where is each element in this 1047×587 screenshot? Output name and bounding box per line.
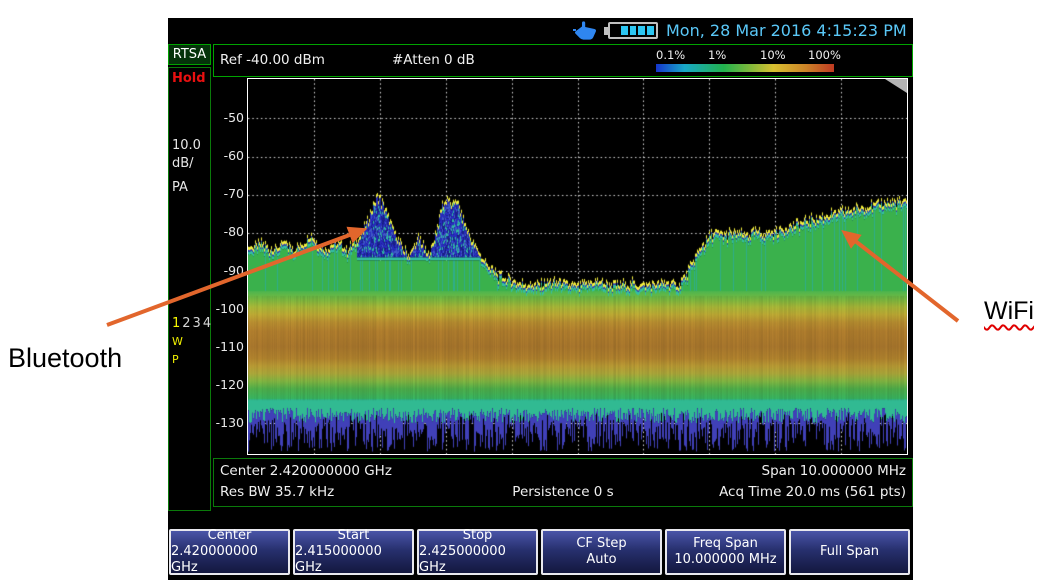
plot-frame: [247, 78, 908, 455]
legend-label: 1%: [708, 48, 726, 62]
y-tick-label: -100: [213, 301, 244, 317]
softkey-cf-step[interactable]: CF Step Auto: [541, 529, 662, 575]
softkey-value: 10.000000 MHz: [674, 552, 776, 568]
legend-label: 100%: [808, 48, 841, 62]
y-tick-label: -120: [213, 377, 244, 393]
res-bw: Res BW 35.7 kHz: [220, 484, 334, 500]
y-tick-label: -110: [213, 339, 244, 355]
softkey-value: Auto: [586, 552, 616, 568]
softkey-stop[interactable]: Stop 2.425000000 GHz: [417, 529, 538, 575]
trace-active: 1: [172, 316, 182, 331]
battery-bar: [630, 26, 637, 35]
density-legend: 0.1% 1% 10% 100%: [656, 45, 834, 76]
softkey-start[interactable]: Start 2.415000000 GHz: [293, 529, 414, 575]
trace-state: P: [172, 353, 179, 366]
legend-label: 0.1%: [656, 48, 685, 62]
y-tick-label: -60: [213, 148, 244, 164]
analyzer-screen: Mon, 28 Mar 2016 4:15:23 PM RTSA Hold 10…: [168, 18, 913, 580]
softkey-label: Start: [338, 528, 370, 544]
spectrum-canvas: [248, 79, 907, 454]
y-tick-label: -130: [213, 415, 244, 431]
atten-value: #Atten 0 dB: [392, 52, 475, 68]
battery-slot-empty: [612, 26, 619, 35]
sweep-state-label: Hold: [172, 71, 206, 86]
corner-fold: [885, 79, 907, 93]
battery-bar: [647, 26, 654, 35]
header-bar: Ref -40.00 dBm #Atten 0 dB 0.1% 1% 10% 1…: [213, 44, 913, 77]
legend-label: 10%: [760, 48, 786, 62]
softkey-value: 2.420000000 GHz: [171, 544, 288, 576]
y-tick-label: -50: [213, 110, 244, 126]
battery-bar: [638, 26, 645, 35]
plot-area: -50 -60 -70 -80 -90 -100 -110 -120 -130: [213, 78, 913, 455]
callout-wifi: WiFi: [984, 297, 1034, 326]
preamp-label: PA: [172, 180, 188, 195]
datetime-text: Mon, 28 Mar 2016 4:15:23 PM: [666, 21, 910, 41]
center-freq: Center 2.420000000 GHz: [220, 463, 392, 479]
softkey-center[interactable]: Center 2.420000000 GHz: [169, 529, 290, 575]
touch-pointer-icon: [573, 21, 597, 42]
softkey-label: Stop: [463, 528, 493, 544]
y-tick-label: -70: [213, 186, 244, 202]
softkey-bar: Center 2.420000000 GHz Start 2.415000000…: [169, 529, 912, 575]
persistence-value: Persistence 0 s: [512, 484, 613, 500]
callout-bluetooth: Bluetooth: [8, 343, 122, 374]
trace-detector: W: [172, 335, 183, 348]
ref-level: Ref -40.00 dBm: [220, 52, 325, 68]
softkey-label: Full Span: [820, 544, 879, 560]
battery-bar: [621, 26, 628, 35]
acq-time: Acq Time 20.0 ms (561 pts): [719, 484, 906, 500]
y-tick-label: -90: [213, 263, 244, 279]
scale-value: 10.0: [172, 138, 201, 153]
softkey-value: 2.415000000 GHz: [295, 544, 412, 576]
legend-gradient-bar: [656, 64, 834, 72]
page: Mon, 28 Mar 2016 4:15:23 PM RTSA Hold 10…: [0, 0, 1047, 587]
y-tick-label: -80: [213, 224, 244, 240]
softkey-label: Freq Span: [693, 536, 758, 552]
span-value: Span 10.000000 MHz: [762, 463, 906, 479]
softkey-freq-span[interactable]: Freq Span 10.000000 MHz: [665, 529, 786, 575]
scale-unit: dB/: [172, 156, 194, 171]
battery-icon: [608, 22, 658, 39]
footer-bar: Center 2.420000000 GHz Span 10.000000 MH…: [213, 458, 913, 507]
trace-numbers: 1234: [172, 316, 213, 331]
status-bar: Mon, 28 Mar 2016 4:15:23 PM: [168, 18, 913, 44]
softkey-label: Center: [208, 528, 252, 544]
softkey-full-span[interactable]: Full Span: [789, 529, 910, 575]
mode-badge: RTSA: [168, 44, 211, 65]
softkey-label: CF Step: [576, 536, 626, 552]
sidebar: Hold 10.0 dB/ PA 1234 W P: [168, 67, 211, 511]
battery-nub: [604, 27, 608, 35]
softkey-value: 2.425000000 GHz: [419, 544, 536, 576]
trace-inactive: 234: [182, 316, 213, 331]
